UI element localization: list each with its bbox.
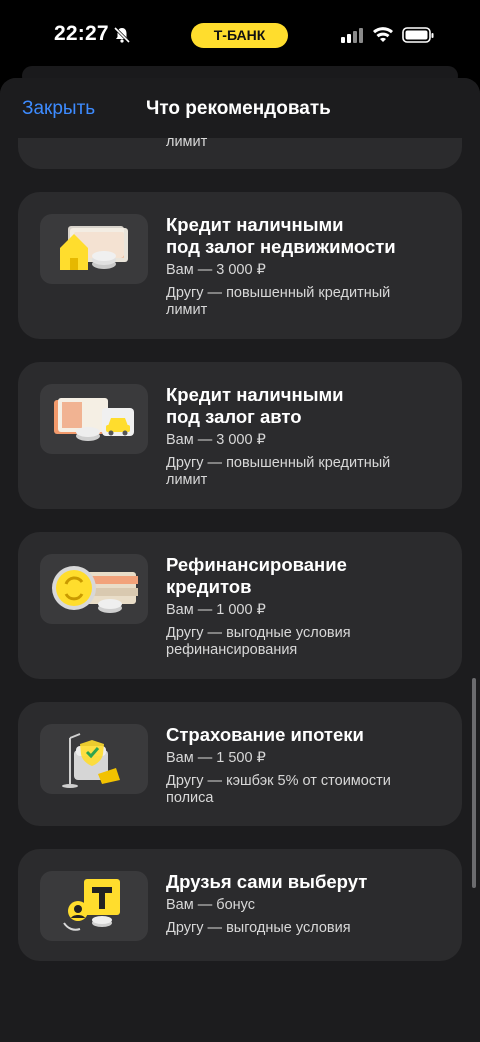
sheet-title: Что рекомендовать <box>146 98 331 119</box>
refinance-coins-icon <box>40 554 148 624</box>
card-reward-friend: Другу — повышенный кредитный лимит <box>166 455 391 488</box>
card-reward-friend: Другу — кэшбэк 5% от стоимости полиса <box>166 773 391 806</box>
card-title: Кредит наличными под залог авто <box>166 384 344 427</box>
close-button[interactable]: Закрыть <box>22 98 95 120</box>
card-reward-you: Вам — 3 000 ₽ <box>166 432 266 448</box>
product-card-mortgage-loan[interactable]: Кредит наличными под залог недвижимости … <box>18 192 462 339</box>
recommend-sheet: Закрыть Что рекомендовать лимит Кредит н… <box>0 78 480 1042</box>
card-title: Кредит наличными под залог недвижимости <box>166 214 396 257</box>
insurance-shield-icon <box>40 724 148 794</box>
bank-badge[interactable]: Т-БАНК <box>191 23 288 48</box>
cellular-signal-icon <box>341 28 363 43</box>
product-card-mortgage-insurance[interactable]: Страхование ипотеки Вам — 1 500 ₽ Другу … <box>18 702 462 826</box>
card-reward-you: Вам — бонус <box>166 897 255 913</box>
status-time: 22:27 <box>54 22 109 45</box>
car-money-icon <box>40 384 148 454</box>
muted-bell-icon <box>113 26 131 44</box>
card-reward-friend: Другу — выгодные условия рефинансировани… <box>166 625 351 658</box>
status-bar: 22:27 Т-БАНК <box>0 0 480 72</box>
card-reward-you: Вам — 3 000 ₽ <box>166 262 266 278</box>
card-title: Рефинансирование кредитов <box>166 554 347 597</box>
tbank-friends-icon <box>40 871 148 941</box>
scrollbar[interactable] <box>472 678 476 888</box>
product-card-partial[interactable]: лимит <box>18 134 462 169</box>
card-title: Страхование ипотеки <box>166 724 364 745</box>
product-card-refinancing[interactable]: Рефинансирование кредитов Вам — 1 000 ₽ … <box>18 532 462 679</box>
card-reward-friend: Другу — выгодные условия <box>166 920 351 936</box>
product-card-friends-choose[interactable]: Друзья сами выберут Вам — бонус Другу — … <box>18 849 462 961</box>
battery-icon <box>402 27 434 43</box>
house-money-icon <box>40 214 148 284</box>
sheet-header: Закрыть Что рекомендовать <box>0 78 480 138</box>
card-reward-you: Вам — 1 500 ₽ <box>166 750 266 766</box>
card-title: Друзья сами выберут <box>166 871 368 892</box>
card-reward-friend: Другу — повышенный кредитный лимит <box>166 285 391 318</box>
wifi-icon <box>373 27 393 42</box>
card-reward-you: Вам — 1 000 ₽ <box>166 602 266 618</box>
product-card-auto-loan[interactable]: Кредит наличными под залог авто Вам — 3 … <box>18 362 462 509</box>
